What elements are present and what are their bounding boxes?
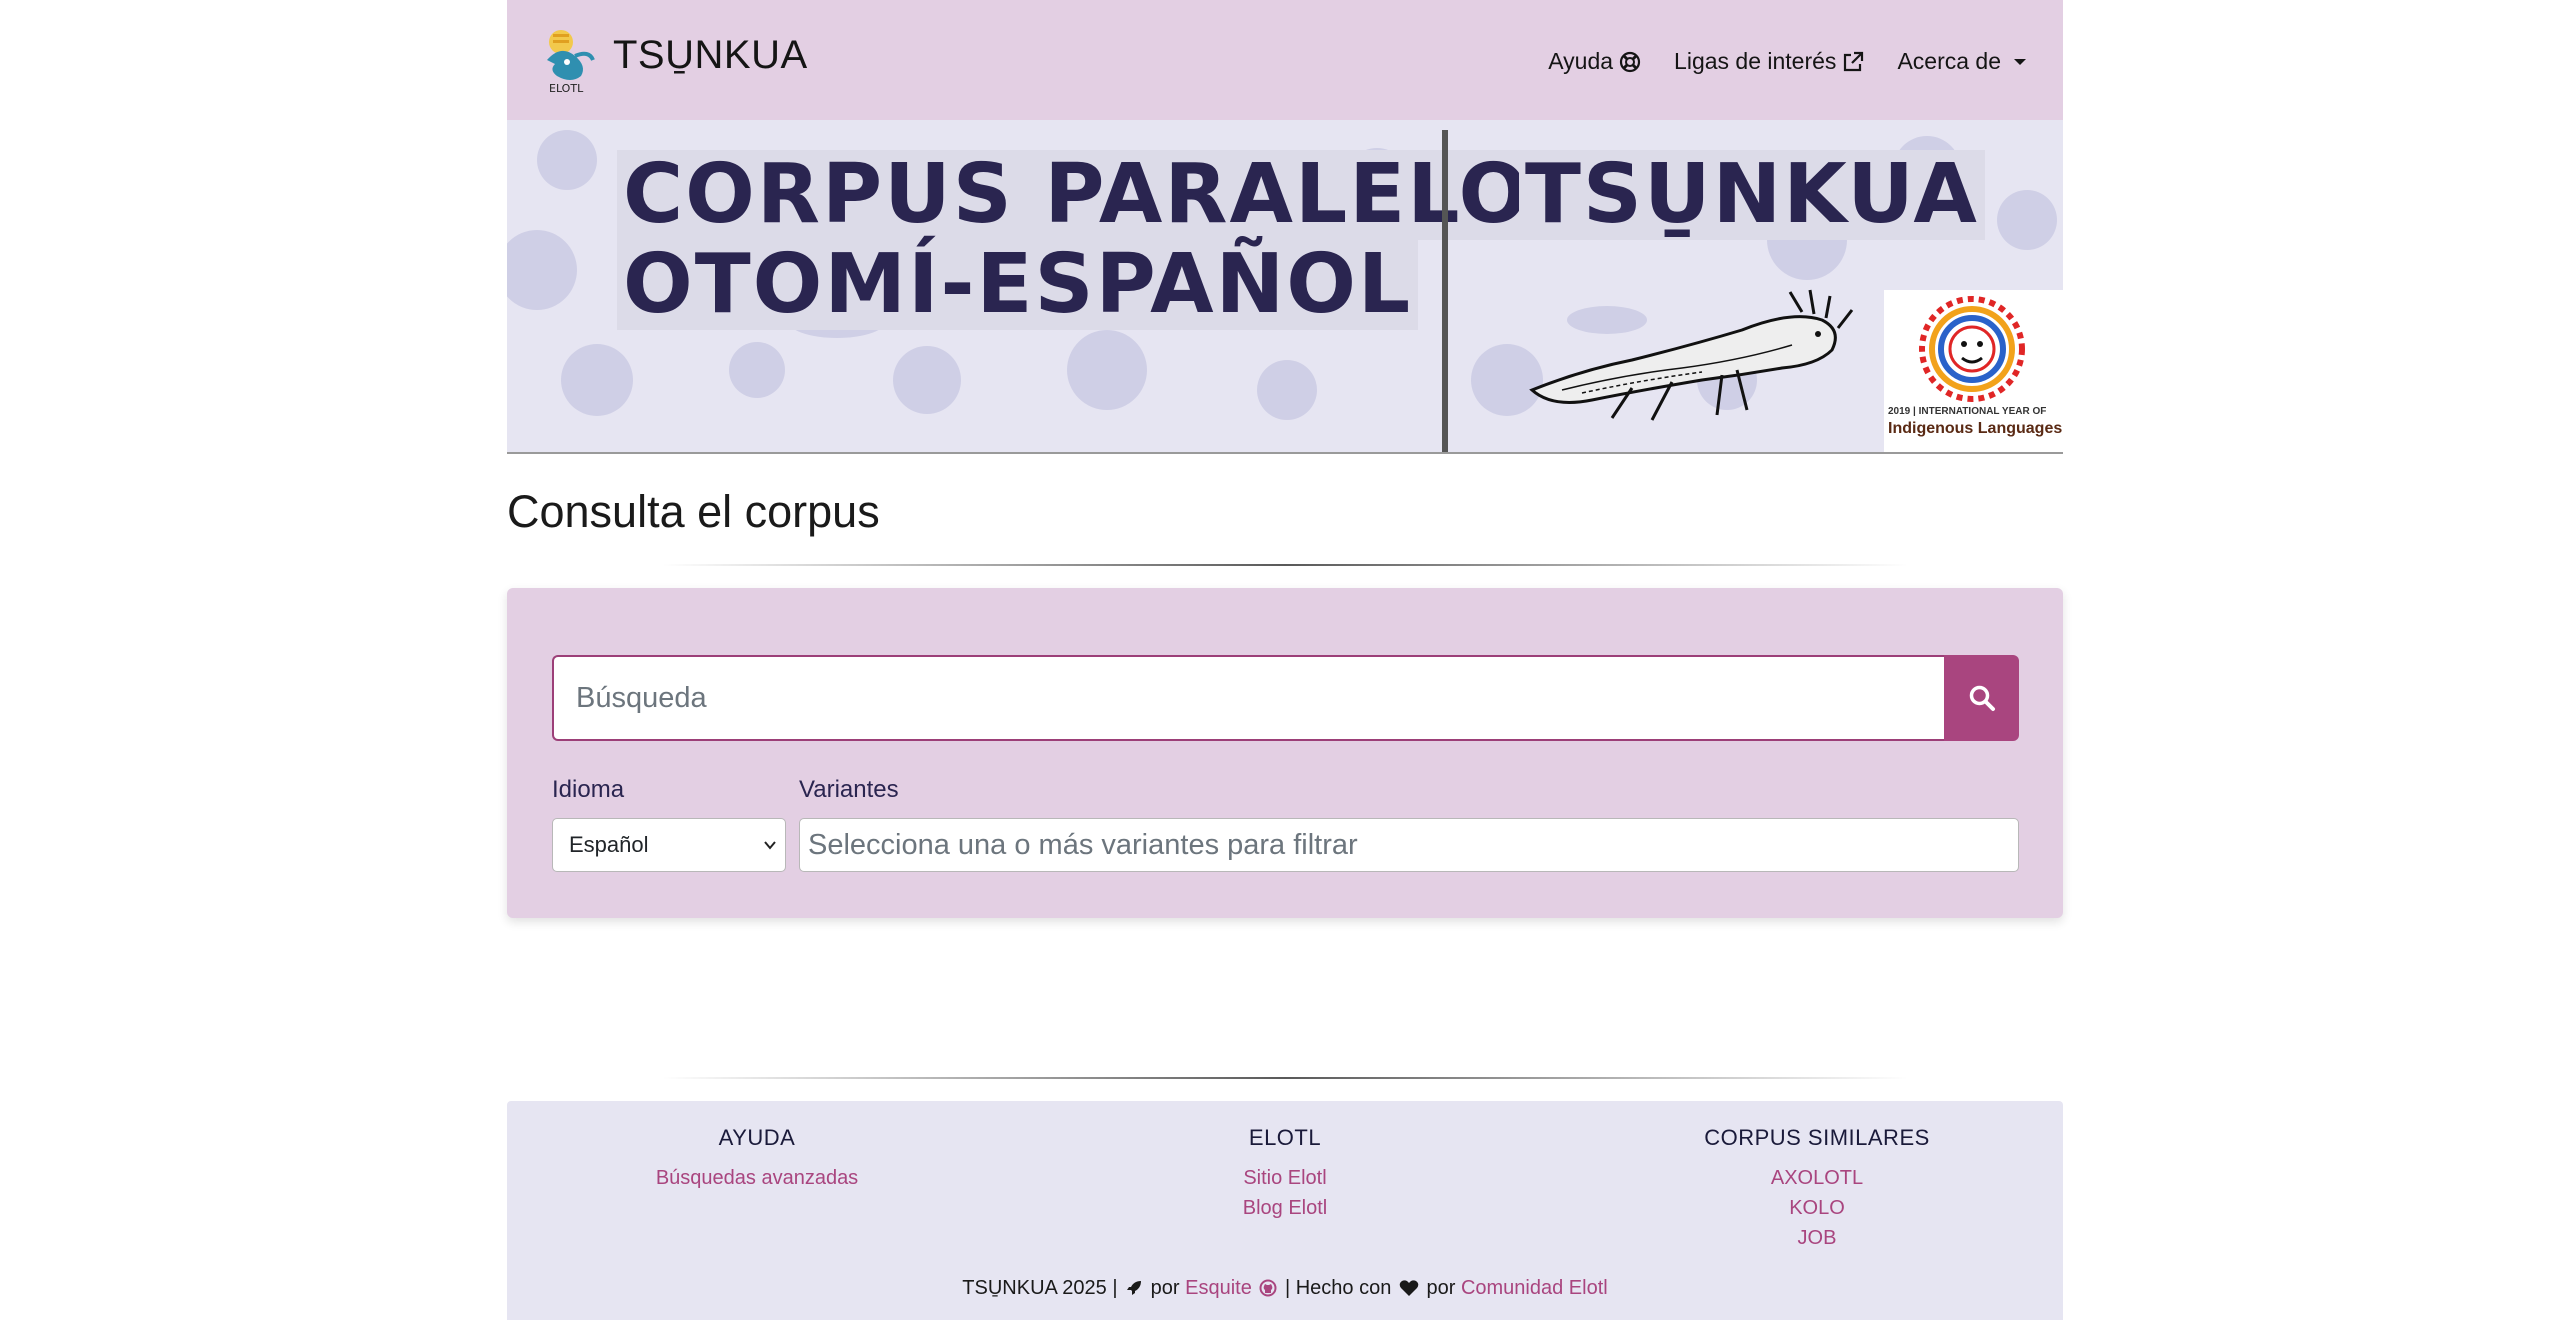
footer-link-job[interactable]: JOB bbox=[1567, 1223, 2067, 1253]
nav-ayuda-label: Ayuda bbox=[1548, 48, 1614, 74]
footer-por-1: por bbox=[1150, 1277, 1180, 1299]
idioma-selected-value: Español bbox=[569, 832, 649, 857]
footer-link-blog-elotl[interactable]: Blog Elotl bbox=[1035, 1193, 1535, 1223]
hero-banner: CORPUS PARALELO OTOMÍ-ESPAÑOL TSU̱NKUA 2… bbox=[507, 120, 2063, 454]
footer-credits: TSU̱NKUA 2025 | por Esquite | Hecho con … bbox=[507, 1277, 2063, 1300]
footer-link-axolotl[interactable]: AXOLOTL bbox=[1567, 1163, 2067, 1193]
variantes-label: Variantes bbox=[799, 776, 899, 803]
logo-caption: ELOTL bbox=[549, 82, 584, 94]
nav-ayuda[interactable]: Ayuda bbox=[1548, 48, 1641, 75]
nav-links: Ayuda Ligas de interés Acerca de bbox=[1515, 48, 2029, 75]
footer-col-corpus-similares: CORPUS SIMILARES AXOLOTL KOLO JOB bbox=[1567, 1125, 2067, 1253]
footer-link-busquedas-avanzadas[interactable]: Búsquedas avanzadas bbox=[507, 1163, 1007, 1193]
footer-col-elotl: ELOTL Sitio Elotl Blog Elotl bbox=[1035, 1125, 1535, 1223]
caret-down-icon bbox=[2014, 58, 2026, 65]
banner-title-line2: OTOMÍ-ESPAÑOL bbox=[617, 240, 1419, 330]
idioma-select[interactable]: Español bbox=[552, 818, 786, 872]
nav-ligas-de-interes[interactable]: Ligas de interés bbox=[1674, 48, 1864, 75]
footer-copyright: TSU̱NKUA 2025 | bbox=[962, 1277, 1118, 1299]
footer-link-comunidad-elotl[interactable]: Comunidad Elotl bbox=[1461, 1277, 1608, 1299]
chevron-down-icon bbox=[764, 841, 776, 850]
banner-title-line1: CORPUS PARALELO bbox=[617, 150, 1537, 240]
brand-home-link[interactable]: ELOTL TSU̱NKUA bbox=[541, 26, 808, 94]
nav-ligas-label: Ligas de interés bbox=[1674, 48, 1837, 74]
page-title: Consulta el corpus bbox=[507, 486, 880, 537]
variantes-input[interactable] bbox=[799, 818, 2019, 872]
nav-acerca-de[interactable]: Acerca de bbox=[1897, 48, 2029, 75]
banner-right-title: TSU̱NKUA bbox=[1519, 150, 1985, 240]
external-link-icon bbox=[1844, 51, 1864, 71]
lifebuoy-icon bbox=[1619, 51, 1641, 72]
heart-icon bbox=[1399, 1280, 1419, 1296]
search-card: Idioma Variantes Español bbox=[507, 588, 2063, 918]
iyil-caption-small: 2019 | INTERNATIONAL YEAR OF bbox=[1888, 406, 2047, 417]
navbar: ELOTL TSU̱NKUA Ayuda Ligas de interés Ac… bbox=[507, 0, 2063, 120]
footer-col-title: AYUDA bbox=[718, 1125, 796, 1150]
idioma-label: Idioma bbox=[552, 776, 625, 803]
footer-col-title: ELOTL bbox=[1248, 1125, 1322, 1150]
elotl-logo-icon: ELOTL bbox=[547, 30, 595, 94]
search-button[interactable] bbox=[1944, 655, 2019, 741]
banner-divider bbox=[1442, 130, 1448, 452]
footer: AYUDA Búsquedas avanzadas ELOTL Sitio El… bbox=[507, 1101, 2063, 1320]
footer-col-title: CORPUS SIMILARES bbox=[1704, 1125, 1930, 1150]
brand-title: TSU̱NKUA bbox=[613, 32, 808, 77]
footer-link-sitio-elotl[interactable]: Sitio Elotl bbox=[1035, 1163, 1535, 1193]
footer-hecho-con: | Hecho con bbox=[1284, 1277, 1392, 1299]
footer-link-kolo[interactable]: KOLO bbox=[1567, 1193, 2067, 1223]
footer-divider bbox=[662, 1077, 1908, 1079]
nav-acerca-label: Acerca de bbox=[1897, 48, 2001, 74]
iyil-caption-big: Indigenous Languages bbox=[1888, 420, 2063, 437]
footer-link-esquite[interactable]: Esquite bbox=[1185, 1277, 1252, 1299]
search-input[interactable] bbox=[552, 655, 1944, 741]
rocket-icon bbox=[1127, 1281, 1142, 1295]
github-icon[interactable] bbox=[1259, 1279, 1277, 1297]
iyil-emblem-icon bbox=[1919, 296, 2025, 402]
search-icon bbox=[1969, 685, 1995, 711]
axolotl-illustration bbox=[1529, 289, 1854, 421]
footer-col-ayuda: AYUDA Búsquedas avanzadas bbox=[507, 1125, 1007, 1193]
iyil-2019-badge: 2019 | INTERNATIONAL YEAR OF Indigenous … bbox=[1884, 290, 2063, 452]
footer-por-2: por bbox=[1426, 1277, 1456, 1299]
title-divider bbox=[662, 564, 1908, 566]
